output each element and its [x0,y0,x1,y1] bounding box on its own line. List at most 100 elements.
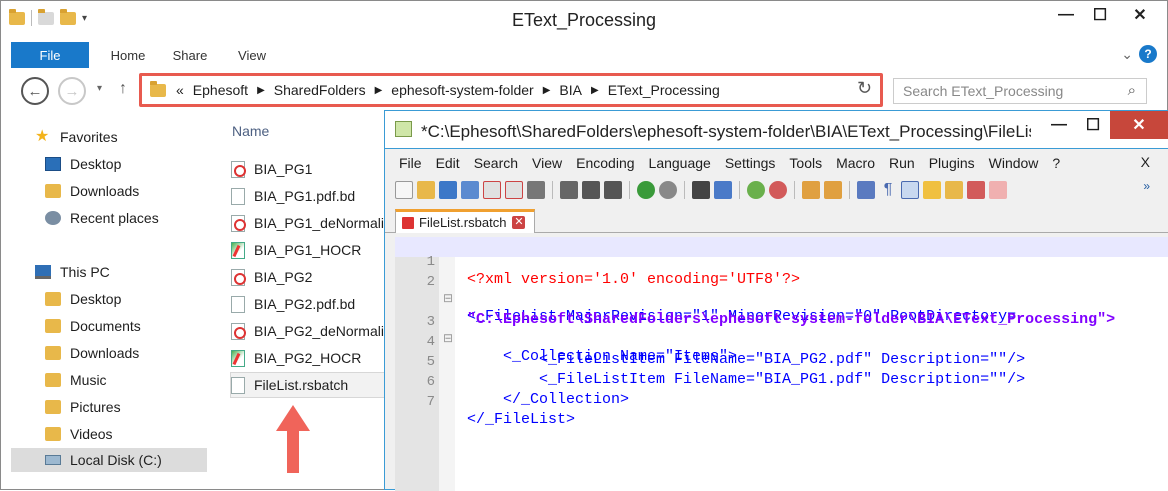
redo-icon[interactable] [659,181,677,199]
breadcrumb-ephesoft[interactable]: Ephesoft [193,82,248,98]
sidebar-item-local-disk[interactable]: Local Disk (C:) [11,448,207,472]
show-all-characters-icon[interactable]: ¶ [879,181,897,199]
cut-icon[interactable] [560,181,578,199]
folder-workspace-icon[interactable] [989,181,1007,199]
code-line[interactable]: 6 </_Collection> [395,357,1168,408]
sidebar-item-music[interactable]: Music [45,368,107,392]
sidebar-item-videos[interactable]: Videos [45,422,113,446]
code-line[interactable]: "C:\Ephesoft\SharedFolders\ephesoft-syst… [395,277,1168,328]
sidebar-item-downloads[interactable]: Downloads [45,179,139,203]
function-list-icon[interactable] [967,181,985,199]
sync-vertical-icon[interactable] [802,181,820,199]
chevron-right-icon[interactable]: ▶ [543,85,551,96]
tab-home[interactable]: Home [105,48,151,63]
list-item[interactable]: BIA_PG1.pdf.bd [231,184,385,208]
code-line[interactable]: 3 ⊟ <_Collection Name="Items"> [395,297,1168,365]
address-bar[interactable]: « Ephesoft ▶ SharedFolders ▶ ephesoft-sy… [139,73,883,107]
code-line[interactable]: 4 <_FileListItem FileName="BIA_PG2.pdf" … [395,317,1168,368]
chevron-right-icon[interactable]: ▶ [257,85,265,96]
list-item[interactable]: BIA_PG1 [231,157,385,181]
menu-edit[interactable]: Edit [436,155,460,171]
list-item[interactable]: BIA_PG2_deNormalized [231,319,385,343]
code-line[interactable]: 7 </_FileList> [395,377,1168,428]
toolbar-overflow-icon[interactable]: » [1143,179,1150,193]
minimize-button[interactable]: — [1042,111,1076,139]
code-editor[interactable]: 1 <?xml version='1.0' encoding='UTF8'?> … [395,237,1168,491]
refresh-icon[interactable]: ↻ [857,78,872,99]
list-item[interactable]: BIA_PG2.pdf.bd [231,292,385,316]
code-line[interactable]: 1 <?xml version='1.0' encoding='UTF8'?> [395,237,1168,288]
breadcrumb-bia[interactable]: BIA [559,82,582,98]
open-file-icon[interactable] [417,181,435,199]
menu-language[interactable]: Language [649,155,711,171]
tab-filelist-rsbatch[interactable]: FileList.rsbatch ✕ [395,209,535,233]
breadcrumb-sharedfolders[interactable]: SharedFolders [274,82,366,98]
sidebar-item-documents[interactable]: Documents [45,314,141,338]
maximize-button[interactable]: ☐ [1083,1,1117,29]
sidebar-item-recent-places[interactable]: Recent places [45,206,159,230]
menu-tools[interactable]: Tools [789,155,822,171]
list-item[interactable]: FileList.rsbatch [230,372,386,398]
expand-ribbon-icon[interactable]: ⌄ [1121,46,1133,63]
sidebar-item-favorites[interactable]: ★ Favorites [35,125,118,149]
column-header-name[interactable]: Name [232,123,269,139]
close-button[interactable]: ✕ [1117,1,1163,29]
replace-icon[interactable] [714,181,732,199]
close-button[interactable]: ✕ [1110,111,1168,139]
paste-icon[interactable] [604,181,622,199]
menu-search[interactable]: Search [474,155,518,171]
list-item[interactable]: BIA_PG1_deNormalized [231,211,385,235]
menu-view[interactable]: View [532,155,562,171]
tab-share[interactable]: Share [167,48,213,63]
menu-help[interactable]: ? [1052,155,1060,171]
back-button[interactable]: ← [21,77,49,105]
document-map-icon[interactable] [945,181,963,199]
save-icon[interactable] [439,181,457,199]
tab-view[interactable]: View [229,48,275,63]
new-file-icon[interactable] [395,181,413,199]
tab-file[interactable]: File [11,42,89,68]
chevron-right-icon[interactable]: ▶ [375,85,383,96]
maximize-button[interactable]: ☐ [1076,111,1110,139]
sidebar-item-this-pc[interactable]: This PC [35,260,110,284]
word-wrap-icon[interactable] [857,181,875,199]
copy-icon[interactable] [582,181,600,199]
menu-window[interactable]: Window [989,155,1039,171]
up-icon[interactable]: ↑ [119,80,127,98]
help-icon[interactable]: ? [1139,45,1157,63]
sync-horizontal-icon[interactable] [824,181,842,199]
list-item[interactable]: BIA_PG1_HOCR [231,238,385,262]
undo-icon[interactable] [637,181,655,199]
chevron-right-icon[interactable]: ▶ [591,85,599,96]
menu-macro[interactable]: Macro [836,155,875,171]
indent-guide-icon[interactable] [901,181,919,199]
menu-encoding[interactable]: Encoding [576,155,634,171]
save-all-icon[interactable] [461,181,479,199]
sidebar-item-desktop[interactable]: Desktop [45,287,121,311]
menu-plugins[interactable]: Plugins [929,155,975,171]
forward-button[interactable]: → [58,77,86,105]
menu-file[interactable]: File [399,155,422,171]
minimize-button[interactable]: — [1049,1,1083,29]
print-icon[interactable] [527,181,545,199]
zoom-in-icon[interactable] [747,181,765,199]
code-line[interactable]: 5 <_FileListItem FileName="BIA_PG1.pdf" … [395,337,1168,388]
sidebar-item-desktop[interactable]: Desktop [45,152,121,176]
close-file-icon[interactable] [483,181,501,199]
sidebar-item-pictures[interactable]: Pictures [45,395,121,419]
close-all-icon[interactable] [505,181,523,199]
list-item[interactable]: BIA_PG2 [231,265,385,289]
close-document-button[interactable]: X [1141,154,1150,170]
recent-locations-icon[interactable]: ▾ [97,83,102,94]
close-tab-icon[interactable]: ✕ [512,216,526,229]
zoom-out-icon[interactable] [769,181,787,199]
list-item[interactable]: BIA_PG2_HOCR [231,346,385,370]
search-icon[interactable]: ⌕ [1128,82,1136,99]
search-input[interactable]: Search EText_Processing ⌕ [893,78,1147,104]
breadcrumb-etext-processing[interactable]: EText_Processing [608,82,720,98]
menu-settings[interactable]: Settings [725,155,776,171]
menu-run[interactable]: Run [889,155,915,171]
sidebar-item-downloads[interactable]: Downloads [45,341,139,365]
breadcrumb-ephesoft-system-folder[interactable]: ephesoft-system-folder [391,82,533,98]
breadcrumb-overflow[interactable]: « [176,82,184,98]
